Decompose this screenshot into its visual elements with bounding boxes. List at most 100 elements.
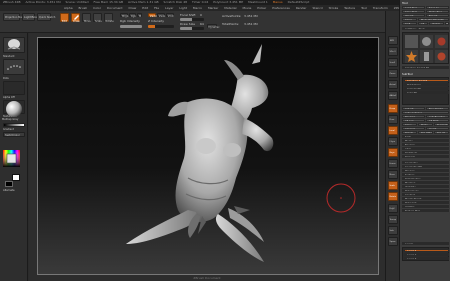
zoom-button[interactable]: Zoom bbox=[388, 69, 398, 78]
bpr-button[interactable]: BPR bbox=[388, 36, 398, 45]
gxyz-button[interactable]: Gxyz bbox=[388, 148, 398, 157]
alpha-picker[interactable] bbox=[3, 81, 25, 95]
append-button[interactable]: Append bbox=[402, 127, 425, 130]
contact-section[interactable]: Contact bbox=[402, 193, 449, 196]
lsym-button[interactable]: LSym bbox=[388, 137, 398, 146]
scroll-button[interactable]: Scroll bbox=[388, 58, 398, 67]
draw-mode-button[interactable]: Draw bbox=[71, 13, 80, 23]
tool-thumbnail[interactable] bbox=[420, 50, 433, 63]
split-section[interactable]: Split bbox=[402, 135, 449, 138]
secondary-color-swatch[interactable] bbox=[5, 181, 13, 187]
dynamic-button[interactable]: Dynamic bbox=[207, 24, 220, 29]
preview-section[interactable]: Preview bbox=[402, 169, 449, 172]
del-all-button[interactable]: Del All bbox=[434, 131, 449, 134]
paste-tool-button[interactable]: Paste Tool bbox=[426, 10, 449, 13]
tool-thumbnail[interactable] bbox=[420, 35, 433, 48]
projection-master-button[interactable]: Projection Master bbox=[3, 13, 27, 21]
solo-button[interactable]: Solo bbox=[388, 226, 398, 235]
duplicate-button[interactable]: Duplicate bbox=[434, 123, 449, 126]
rgb-intensity-slider[interactable] bbox=[120, 25, 142, 28]
subtool-item[interactable]: PolySphere bbox=[404, 83, 449, 86]
zsub-button[interactable]: Zsub bbox=[157, 13, 165, 18]
morph-target-section[interactable]: Morph Target bbox=[402, 197, 449, 200]
visible-button[interactable]: Visible bbox=[429, 22, 444, 25]
export-button[interactable]: Export bbox=[426, 14, 449, 17]
delete-button[interactable]: Delete bbox=[402, 131, 417, 134]
layer-item[interactable]: Layer 1 bbox=[404, 249, 449, 252]
auto-collapse-button[interactable]: Auto Collapse bbox=[402, 111, 449, 114]
quick-sketch-button[interactable]: Quick Sketch bbox=[37, 13, 55, 21]
rgb-button[interactable]: Rgb bbox=[129, 13, 136, 18]
z-intensity-slider[interactable] bbox=[148, 25, 174, 28]
tool-thumbnail[interactable] bbox=[435, 35, 448, 48]
xpose-button[interactable]: Xpose bbox=[388, 237, 398, 246]
visibility-section[interactable]: Visibility bbox=[402, 185, 449, 188]
zadd-button[interactable]: Zadd bbox=[148, 13, 156, 18]
focal-shift-slider[interactable] bbox=[180, 18, 204, 21]
import-button[interactable]: Import bbox=[402, 14, 425, 17]
scale-mode-button[interactable]: Scale bbox=[93, 13, 102, 23]
tool-thumbnail[interactable] bbox=[405, 50, 418, 63]
paste-subtool-button[interactable]: Paste bbox=[418, 123, 433, 126]
load-tool-button[interactable]: Load Tool bbox=[402, 6, 425, 9]
rotate-mode-button[interactable]: Rotate bbox=[104, 13, 114, 23]
draw-size-slider[interactable] bbox=[180, 27, 204, 30]
tool-thumbnail[interactable] bbox=[405, 35, 418, 48]
transp-button[interactable]: Transp bbox=[388, 215, 398, 224]
scale-view-button[interactable]: Scale bbox=[388, 181, 398, 190]
insert-button[interactable]: Insert bbox=[426, 127, 449, 130]
make-polymesh-button[interactable]: Make PolyMesh3D bbox=[418, 18, 449, 21]
all-button[interactable]: All bbox=[418, 22, 428, 25]
new-folder-button[interactable]: New Folder bbox=[426, 107, 449, 110]
m-button[interactable]: M bbox=[137, 13, 142, 18]
polyf-button[interactable]: PolyF bbox=[388, 204, 398, 213]
rename-button[interactable]: Rename bbox=[402, 115, 425, 118]
switch-color-button[interactable]: SwitchColor bbox=[3, 132, 25, 137]
subtool-item[interactable]: Cylinder3D bbox=[404, 87, 449, 90]
actual-button[interactable]: Actual bbox=[388, 80, 398, 89]
all-low-button[interactable]: All Low bbox=[402, 119, 425, 122]
move-view-button[interactable]: Move bbox=[388, 170, 398, 179]
subtool-item[interactable]: Cube3D bbox=[404, 91, 449, 94]
material-picker[interactable] bbox=[2, 97, 26, 117]
distribute-section[interactable]: Distribute bbox=[402, 151, 449, 154]
menus-toggle[interactable]: Menus bbox=[273, 0, 283, 4]
tool-thumbnail[interactable] bbox=[435, 50, 448, 63]
polypaint-section[interactable]: Polypaint bbox=[402, 201, 449, 204]
zcut-button[interactable]: Zcut bbox=[166, 13, 174, 18]
copy-tool-button[interactable]: Copy Tool bbox=[402, 10, 425, 13]
subtool-header[interactable]: SubTool bbox=[402, 72, 449, 76]
brush-picker[interactable] bbox=[3, 37, 25, 53]
mrgb-button[interactable]: Mrgb bbox=[120, 13, 128, 18]
uv-map-section[interactable]: UV Map bbox=[402, 205, 449, 208]
polygroups-section[interactable]: Polygroups bbox=[402, 189, 449, 192]
del-other-button[interactable]: Del Other bbox=[418, 131, 433, 134]
layer-item[interactable]: Layer 2 bbox=[404, 253, 449, 256]
color-picker[interactable] bbox=[3, 150, 20, 167]
remesh-section[interactable]: Remesh bbox=[402, 155, 449, 158]
default-zscript[interactable]: DefaultZScript bbox=[288, 0, 310, 4]
geometry-section[interactable]: Geometry bbox=[402, 161, 449, 164]
layers-section[interactable]: Layers bbox=[402, 242, 449, 245]
boolean-section[interactable]: Boolean bbox=[402, 143, 449, 146]
move-mode-button[interactable]: Move bbox=[82, 13, 91, 23]
local-button[interactable]: Local bbox=[388, 126, 398, 135]
texture-map-section[interactable]: Texture Map bbox=[402, 209, 449, 212]
rotate-view-button[interactable]: Rotate bbox=[388, 192, 398, 201]
floor-button[interactable]: Floor bbox=[388, 115, 398, 124]
align-section[interactable]: Align bbox=[402, 147, 449, 150]
gradient-toggle[interactable] bbox=[3, 123, 25, 127]
edit-mode-button[interactable]: Edit bbox=[60, 13, 69, 23]
geometry-hd-section[interactable]: Geometry HD bbox=[402, 165, 449, 168]
stroke-picker[interactable] bbox=[3, 59, 25, 75]
layer-item[interactable]: Layer 3 bbox=[404, 257, 449, 260]
frame-button[interactable]: Frame bbox=[388, 159, 398, 168]
auto-reorder-button[interactable]: AutoReorder bbox=[426, 115, 449, 118]
save-as-button[interactable]: Save As bbox=[426, 6, 449, 9]
masking-section[interactable]: Masking bbox=[402, 181, 449, 184]
all-high-button[interactable]: All High bbox=[426, 119, 449, 122]
r-button[interactable]: R bbox=[445, 22, 449, 25]
spix-button[interactable]: SPix 3 bbox=[388, 47, 398, 56]
subtool-item[interactable]: Creature_Sculpt bbox=[404, 79, 449, 82]
lightbox-tools-button[interactable]: Lightbox ▸ Tools bbox=[402, 27, 449, 30]
